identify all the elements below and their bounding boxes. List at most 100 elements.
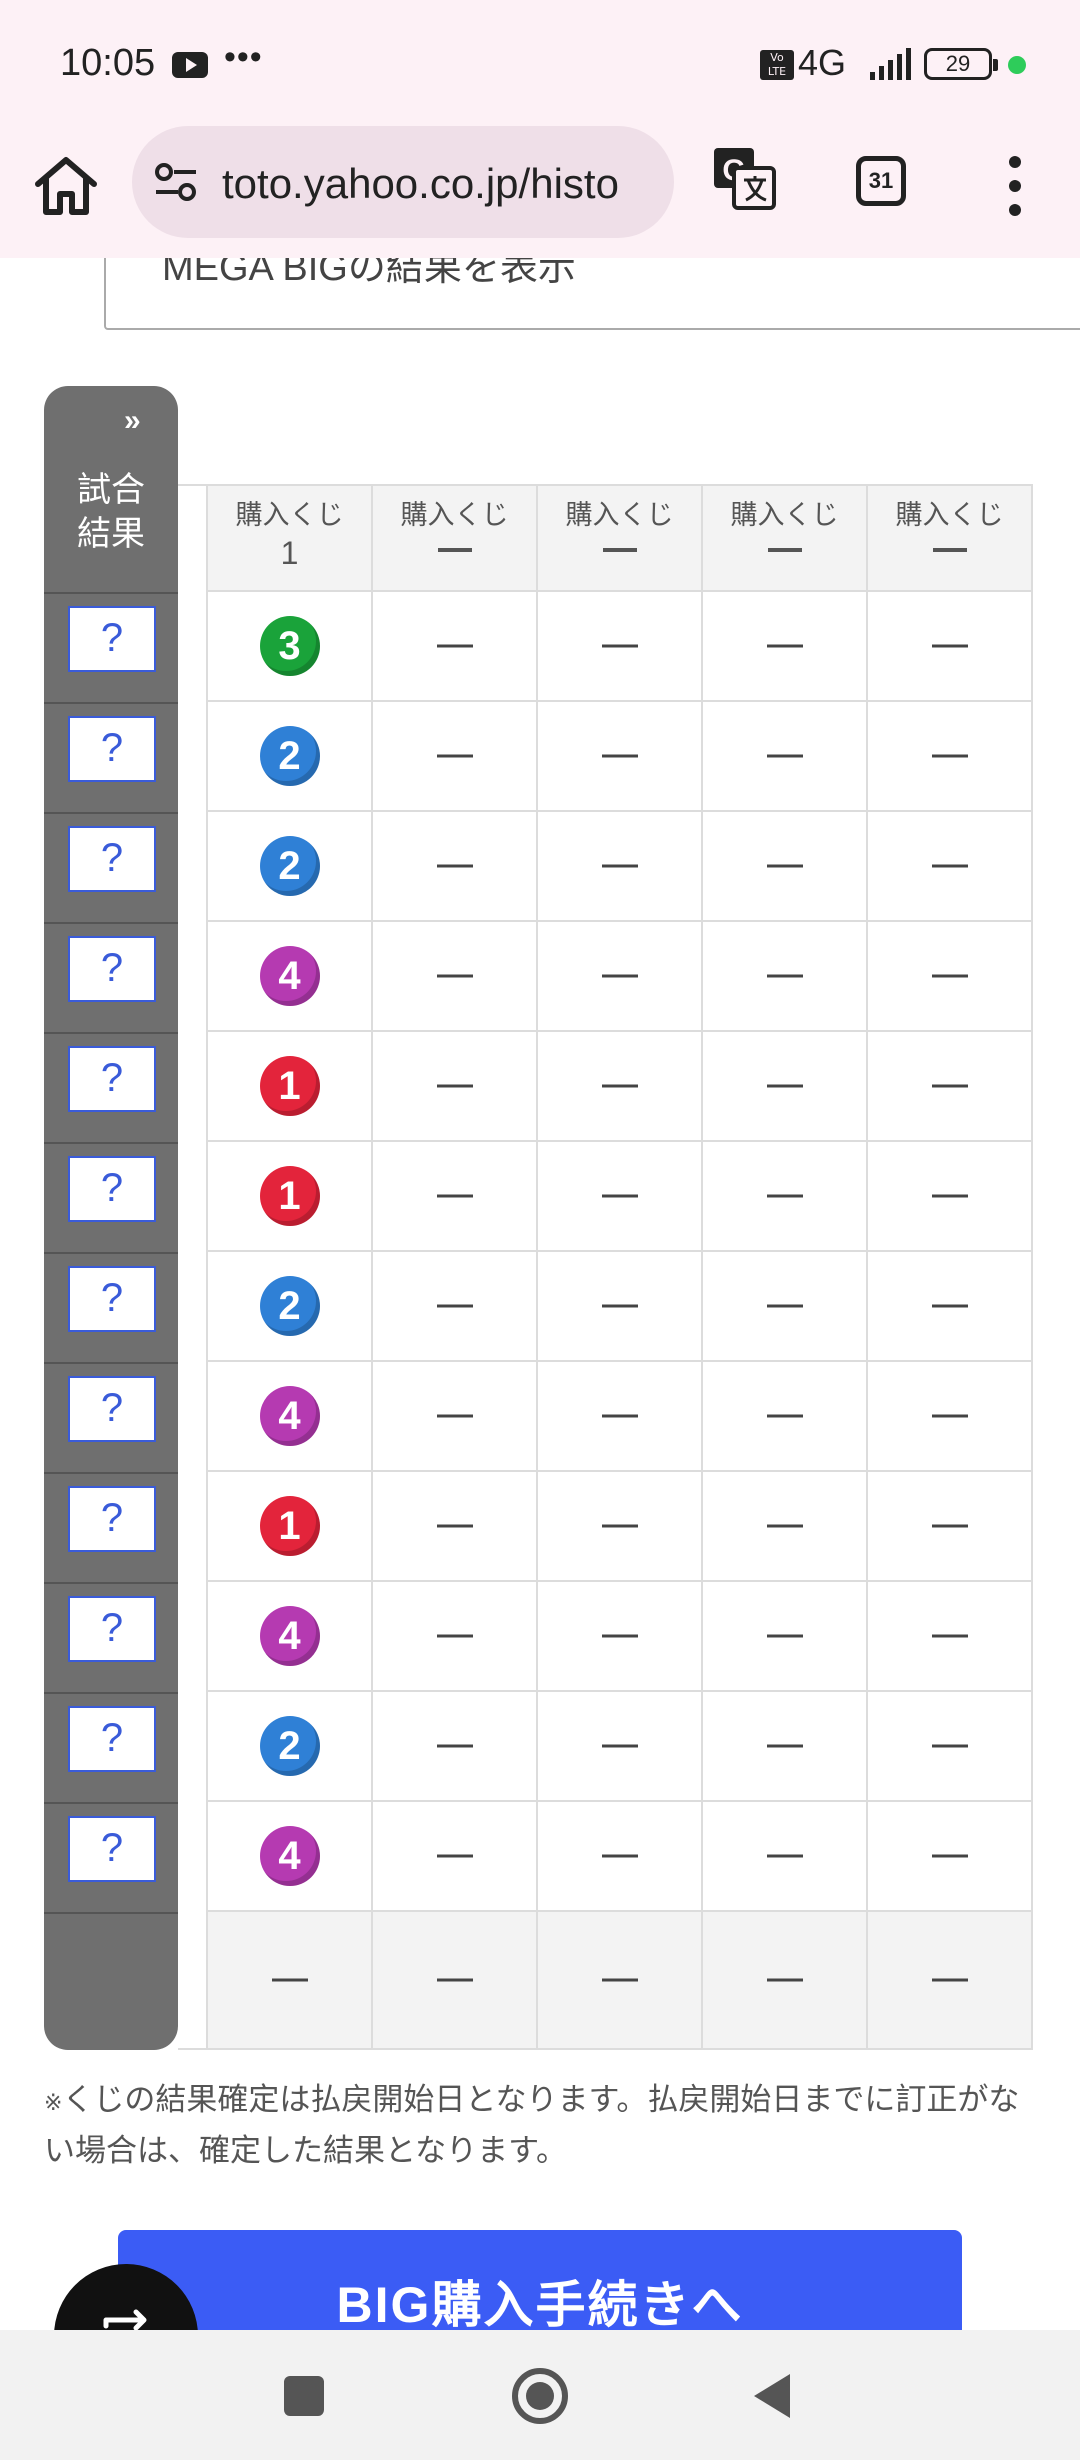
volte-icon: Vo LTE	[760, 50, 794, 80]
empty-dash	[601, 1304, 638, 1308]
more-notifications-icon: •••	[224, 38, 263, 76]
empty-dash	[436, 644, 473, 648]
pick-ball: 4	[259, 1606, 320, 1666]
tab-switcher-icon[interactable]: 31	[856, 156, 906, 206]
result-box: ?	[68, 606, 156, 672]
ticket-header-label: 購入くじ	[565, 500, 674, 530]
status-bar: 10:05 ••• Vo LTE 4G 29	[0, 0, 1080, 120]
table-cell	[703, 1472, 868, 1582]
total-dash	[601, 1978, 638, 1982]
table-cell	[868, 1252, 1033, 1362]
table-cell	[538, 1582, 703, 1692]
empty-dash	[436, 974, 473, 978]
result-box: ?	[68, 1046, 156, 1112]
ticket-header-3: 購入くじ	[538, 484, 703, 592]
youtube-icon	[172, 52, 208, 78]
table-cell	[703, 1692, 868, 1802]
empty-dash	[766, 1304, 803, 1308]
table-cell	[703, 1802, 868, 1912]
table-cell	[868, 1362, 1033, 1472]
network-type: 4G	[798, 42, 847, 83]
table-cell	[538, 1362, 703, 1472]
total-cell	[703, 1912, 868, 2050]
table-cell: 2	[208, 812, 373, 922]
empty-dash	[931, 974, 968, 978]
empty-dash	[766, 974, 803, 978]
empty-dash	[436, 1304, 473, 1308]
signal-icon	[870, 48, 911, 80]
ticket-header-dash	[932, 548, 967, 552]
empty-dash	[931, 864, 968, 868]
ticket-header-label: 購入くじ	[895, 500, 1004, 530]
empty-dash	[436, 1414, 473, 1418]
empty-dash	[766, 1194, 803, 1198]
table-cell	[703, 922, 868, 1032]
table-cell	[538, 1692, 703, 1802]
double-chevron-right-icon[interactable]: »	[124, 404, 141, 438]
ticket-header-dash	[602, 548, 637, 552]
table-cell: 1	[208, 1142, 373, 1252]
empty-dash	[436, 1744, 473, 1748]
address-bar[interactable]: toto.yahoo.co.jp/histo	[132, 126, 674, 238]
empty-dash	[766, 1854, 803, 1858]
result-note: ※くじの結果確定は払戻開始日となります。払戻開始日までに訂正がない場合は、確定し…	[44, 2076, 1044, 2175]
empty-dash	[436, 754, 473, 758]
pick-ball: 1	[259, 1056, 320, 1116]
ticket-header-5: 購入くじ	[868, 484, 1033, 592]
more-vert-icon[interactable]	[1000, 156, 1030, 216]
table-spacer-column	[178, 484, 208, 2050]
empty-dash	[601, 1194, 638, 1198]
note-mark: ※	[44, 2090, 63, 2115]
table-cell	[538, 922, 703, 1032]
site-settings-icon[interactable]	[154, 162, 198, 202]
empty-dash	[931, 1084, 968, 1088]
empty-dash	[601, 1854, 638, 1858]
total-cell	[208, 1912, 373, 2050]
table-cell	[703, 1032, 868, 1142]
table-cell: 2	[208, 702, 373, 812]
table-cell	[373, 1032, 538, 1142]
match-results-header: 試合結果	[77, 471, 145, 553]
table-cell: 4	[208, 922, 373, 1032]
translate-icon[interactable]: G	[710, 144, 778, 212]
table-cell: 1	[208, 1472, 373, 1582]
table-cell	[868, 1472, 1033, 1582]
home-button[interactable]	[512, 2368, 568, 2424]
pick-ball: 2	[259, 726, 320, 786]
total-cell	[373, 1912, 538, 2050]
result-box: ?	[68, 1156, 156, 1222]
empty-dash	[766, 1524, 803, 1528]
table-cell	[703, 1582, 868, 1692]
result-type-select[interactable]: MEGA BIGの結果を表示 ⌄	[104, 258, 1080, 330]
table-cell	[538, 1802, 703, 1912]
table-cell	[538, 1472, 703, 1582]
pick-ball: 2	[259, 1276, 320, 1336]
result-box: ?	[68, 1816, 156, 1882]
result-box: ?	[68, 1596, 156, 1662]
table-cell	[373, 702, 538, 812]
pick-ball: 4	[259, 946, 320, 1006]
table-cell	[703, 812, 868, 922]
privacy-indicator	[1008, 56, 1026, 74]
table-cell	[868, 702, 1033, 812]
empty-dash	[436, 1194, 473, 1198]
table-cell: 1	[208, 1032, 373, 1142]
table-cell	[373, 1142, 538, 1252]
empty-dash	[436, 1524, 473, 1528]
match-results-column: » 試合結果 ? ? ? ? ? ? ? ? ? ? ? ?	[44, 386, 178, 2050]
result-box: ?	[68, 826, 156, 892]
recents-button[interactable]	[284, 2376, 324, 2416]
empty-dash	[601, 644, 638, 648]
battery-icon: 29	[924, 48, 998, 80]
home-icon[interactable]	[28, 148, 104, 224]
empty-dash	[436, 1634, 473, 1638]
empty-dash	[931, 1414, 968, 1418]
empty-dash	[766, 754, 803, 758]
table-cell	[868, 812, 1033, 922]
table-cell	[538, 702, 703, 812]
table-cell	[373, 1252, 538, 1362]
empty-dash	[436, 1084, 473, 1088]
url-text[interactable]: toto.yahoo.co.jp/histo	[222, 160, 619, 208]
pick-ball: 1	[259, 1496, 320, 1556]
back-button[interactable]	[754, 2374, 790, 2418]
